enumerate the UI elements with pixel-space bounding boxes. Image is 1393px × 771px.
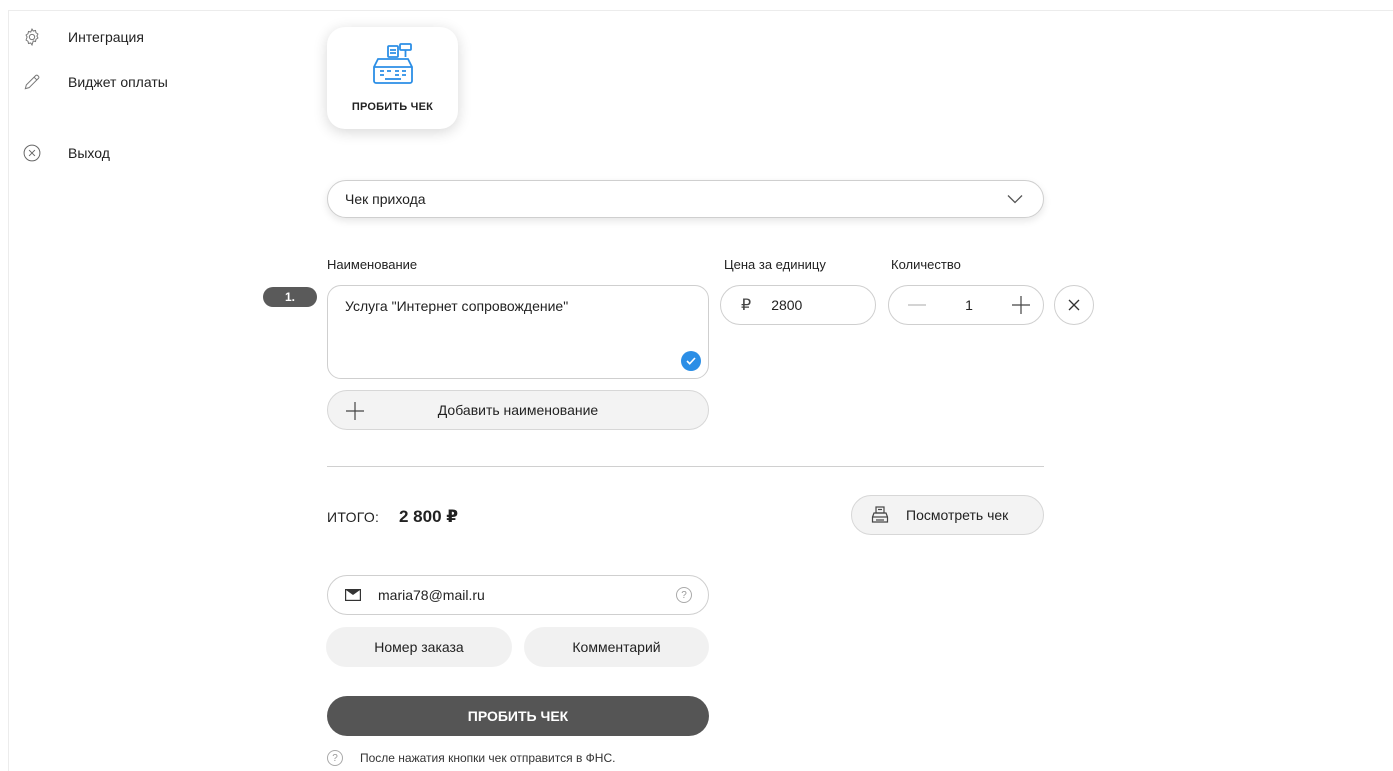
receipt-type-select[interactable]: Чек прихода [327,180,1044,218]
sidebar-item-label: Интеграция [68,29,144,45]
increment-button[interactable] [1011,295,1031,315]
item-price-value: 2800 [771,297,803,313]
left-border [8,10,9,771]
divider [327,466,1044,467]
quantity-value: 1 [965,297,973,313]
cash-register-icon [372,43,413,84]
help-icon: ? [327,750,343,766]
sidebar-item-payment-widget[interactable]: Виджет оплаты [20,70,168,94]
total-label: ИТОГО: [327,509,380,525]
submit-receipt-button[interactable]: ПРОБИТЬ ЧЕК [327,696,709,736]
close-icon [1068,299,1080,311]
submit-label: ПРОБИТЬ ЧЕК [467,708,569,724]
check-icon [681,351,701,371]
close-circle-icon [20,141,44,165]
gear-icon [20,25,44,49]
fns-note: ? После нажатия кнопки чек отправится в … [327,750,615,766]
plus-icon [346,402,364,420]
top-border [8,10,1393,11]
plus-icon [1011,296,1030,314]
item-index-badge: 1. [263,287,317,307]
help-icon[interactable]: ? [676,587,692,603]
comment-button[interactable]: Комментарий [524,627,709,667]
sidebar-item-label: Виджет оплаты [68,74,168,90]
sidebar-item-label: Выход [68,145,110,161]
remove-item-button[interactable] [1054,285,1094,325]
receipt-printer-icon [871,506,889,523]
fns-note-text: После нажатия кнопки чек отправится в ФН… [360,751,616,765]
sidebar-item-logout[interactable]: Выход [20,141,110,165]
email-field[interactable]: maria78@mail.ru ? [327,575,709,615]
column-header-name: Наименование [327,257,418,272]
sidebar-item-integration[interactable]: Интеграция [20,25,144,49]
decrement-button[interactable] [907,295,927,315]
quantity-stepper[interactable]: 1 [888,285,1044,325]
add-item-label: Добавить наименование [437,402,599,418]
item-name-text: Услуга "Интернет сопровождение" [345,298,569,314]
pencil-icon [20,70,44,94]
chevron-down-icon [1007,195,1023,204]
add-item-button[interactable]: Добавить наименование [327,390,709,430]
card-label: ПРОБИТЬ ЧЕК [351,101,434,113]
comment-label: Комментарий [572,639,661,655]
view-receipt-label: Посмотреть чек [906,507,1009,523]
email-value: maria78@mail.ru [378,587,485,603]
order-number-button[interactable]: Номер заказа [326,627,512,667]
order-number-label: Номер заказа [374,639,464,655]
receipt-type-value: Чек прихода [345,191,426,207]
ruble-icon: ₽ [741,297,752,314]
minus-icon [908,304,926,306]
envelope-icon [345,589,361,601]
column-header-quantity: Количество [891,257,961,272]
column-header-price: Цена за единицу [724,257,826,272]
issue-receipt-card[interactable]: ПРОБИТЬ ЧЕК [327,27,458,129]
total-value: 2 800 ₽ [399,507,459,526]
item-name-textarea[interactable]: Услуга "Интернет сопровождение" [327,285,709,379]
item-price-input[interactable]: ₽ 2800 [720,285,876,325]
view-receipt-button[interactable]: Посмотреть чек [851,495,1044,535]
